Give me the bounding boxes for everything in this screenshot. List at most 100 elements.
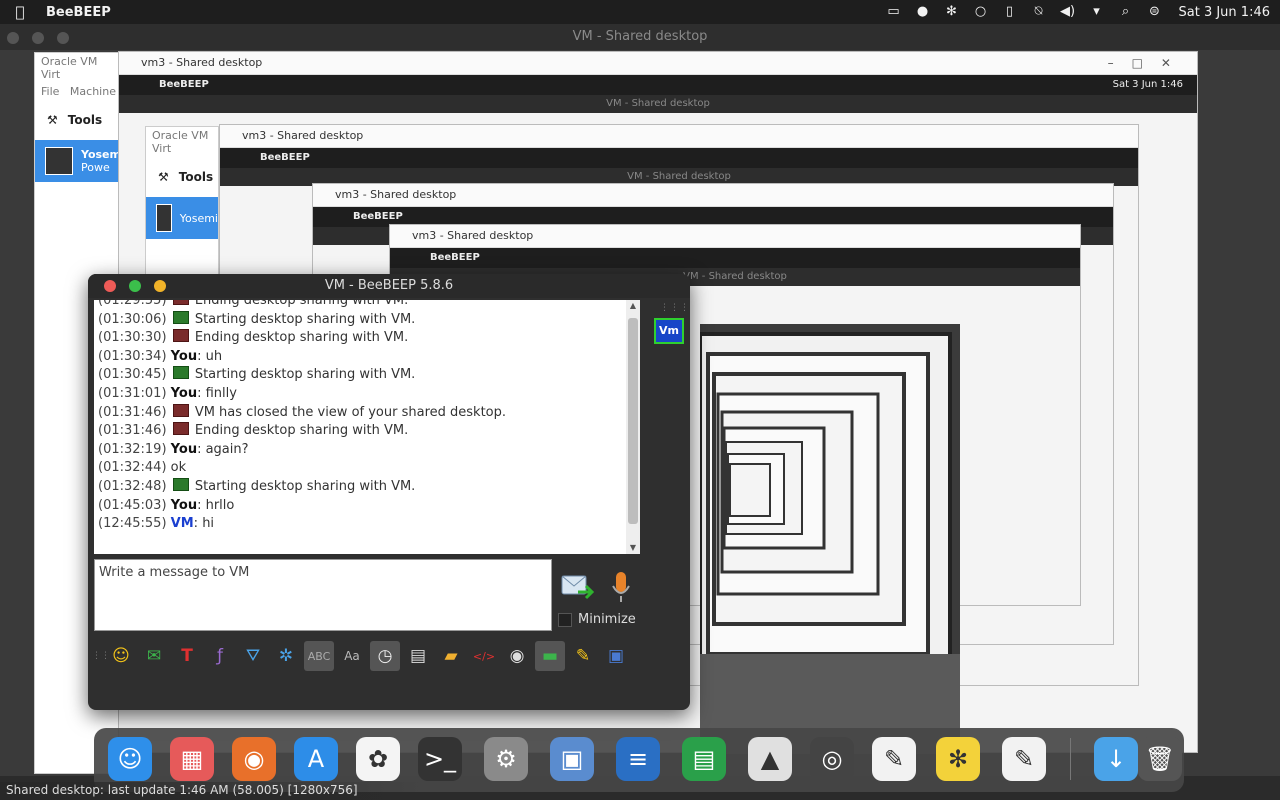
launchpad-icon[interactable]: ▦ xyxy=(170,737,214,781)
message-sender: VM xyxy=(170,516,194,532)
emoticon-icon[interactable]: ☺ xyxy=(106,641,136,671)
vm-list-item[interactable]: Yosemi Powe xyxy=(35,140,125,182)
message-sender: You xyxy=(170,348,198,364)
downloads-folder-icon[interactable]: ↓ xyxy=(1094,737,1138,781)
panel-grip-icon[interactable]: ⋮⋮⋮ xyxy=(660,303,690,313)
scroll-down-icon[interactable]: ▼ xyxy=(626,542,640,554)
minimize-checkbox[interactable]: Minimize xyxy=(558,612,636,627)
inner-menu-bar: BeeBEEP Sat 3 Jun 1:46 xyxy=(119,75,1197,95)
font-size-icon[interactable]: Aa xyxy=(337,641,367,671)
photos-icon[interactable]: ✿ xyxy=(356,737,400,781)
message-timestamp: (01:32:44) xyxy=(98,460,167,476)
inner-app-name-2: BeeBEEP xyxy=(220,148,1138,168)
notepad-icon[interactable]: ✎ xyxy=(872,737,916,781)
notes-icon[interactable]: ✎ xyxy=(568,641,598,671)
screenshot-icon[interactable]: ◉ xyxy=(502,641,532,671)
vm3-title-3: vm3 - Shared desktop xyxy=(313,184,1113,207)
system-preferences-icon[interactable]: ⚙ xyxy=(484,737,528,781)
chat-window-title: VM - BeeBEEP 5.8.6 xyxy=(324,278,454,293)
chat-message: (01:30:06) Starting desktop sharing with… xyxy=(98,310,506,330)
vm-name-2: Yosemi xyxy=(179,211,218,225)
search-icon[interactable]: ⌕ xyxy=(1117,4,1135,20)
writer-icon-glyph: ≡ xyxy=(627,745,649,773)
volume-icon[interactable]: ◀) xyxy=(1059,4,1077,20)
chat-message: (01:31:46) Ending desktop sharing with V… xyxy=(98,422,506,441)
chat-message: (01:32:44) ok xyxy=(98,459,506,478)
send-file-icon[interactable]: ▤ xyxy=(403,641,433,671)
minimize-checkbox-box[interactable] xyxy=(558,612,572,627)
clock-icon[interactable]: ◷ xyxy=(370,641,400,671)
microphone-icon[interactable] xyxy=(610,570,632,604)
firefox-icon[interactable]: ◉ xyxy=(232,737,276,781)
settings-icon[interactable]: ✲ xyxy=(271,641,301,671)
terminal-icon-glyph: >_ xyxy=(423,745,457,773)
trash-icon[interactable]: 🗑 xyxy=(1138,737,1182,781)
filter-icon[interactable]: ⛛ xyxy=(238,641,268,671)
beebeep-icon[interactable]: ✻ xyxy=(936,737,980,781)
desktop-off-icon xyxy=(172,329,189,343)
close-button[interactable] xyxy=(104,280,116,292)
clipboard-icon[interactable]: ▯ xyxy=(1001,4,1019,20)
battery-icon[interactable]: ▭ xyxy=(885,4,903,20)
tools-item-2: ⚒ Tools xyxy=(146,157,218,197)
user-outline-icon[interactable]: ○ xyxy=(972,4,990,20)
chat-scrollbar[interactable]: ▲ ▼ xyxy=(626,300,640,554)
minimize-button[interactable] xyxy=(154,280,166,292)
scroll-up-icon[interactable]: ▲ xyxy=(626,300,640,312)
message-input[interactable]: Write a message to VM xyxy=(94,559,552,631)
writer-icon[interactable]: ≡ xyxy=(616,737,660,781)
calc-icon[interactable]: ▤ xyxy=(682,737,726,781)
vlc-remote-icon[interactable]: ▲ xyxy=(748,737,792,781)
menu-machine[interactable]: Machine xyxy=(70,85,116,98)
toggle-icon[interactable]: ⊜ xyxy=(1146,4,1164,20)
photos-icon-glyph: ✿ xyxy=(367,745,389,773)
cassette-icon[interactable]: ◎ xyxy=(810,737,854,781)
message-timestamp: (01:32:19) xyxy=(98,441,167,457)
finder-icon[interactable]: ☺ xyxy=(108,737,152,781)
app-name[interactable]: BeeBEEP xyxy=(46,5,111,20)
terminal-icon[interactable]: >_ xyxy=(418,737,462,781)
inner-clock: Sat 3 Jun 1:46 xyxy=(1112,79,1183,90)
text-color-icon[interactable]: T xyxy=(172,641,202,671)
envelope-icon[interactable]: ✉ xyxy=(139,641,169,671)
scroll-thumb[interactable] xyxy=(628,318,638,524)
app-store-icon[interactable]: A xyxy=(294,737,338,781)
save-icon[interactable]: ▣ xyxy=(601,641,631,671)
preview-icon[interactable]: ▣ xyxy=(550,737,594,781)
status-icons: ▭ ● ✻ ○ ▯ ⍉ ◀) ▾ ⌕ ⊜ Sat 3 Jun 1:46 xyxy=(885,0,1271,24)
message-text: ok xyxy=(170,460,187,476)
zoom-button[interactable] xyxy=(129,280,141,292)
message-timestamp: (12:45:55) xyxy=(98,516,167,532)
chat-message: (01:30:34) You: uh xyxy=(98,348,223,364)
chat-message: (01:32:19) You: again? xyxy=(98,441,249,457)
chat-log[interactable]: (01:29:55) Ending desktop sharing with V… xyxy=(94,300,628,554)
zoom-button[interactable] xyxy=(57,32,69,44)
share-desktop-icon[interactable]: ▬ xyxy=(535,641,565,671)
calc-icon-glyph: ▤ xyxy=(692,745,716,773)
toolbar-grip-icon[interactable]: ⋮⋮ xyxy=(92,651,110,661)
font-icon[interactable]: ƒ xyxy=(205,641,235,671)
bell-off-icon[interactable]: ⍉ xyxy=(1030,4,1048,20)
minimize-button[interactable] xyxy=(32,32,44,44)
close-button[interactable] xyxy=(7,32,19,44)
message-text: Starting desktop sharing with VM. xyxy=(194,478,416,494)
clock[interactable]: Sat 3 Jun 1:46 xyxy=(1179,5,1271,20)
chat-titlebar: VM - BeeBEEP 5.8.6 xyxy=(88,274,690,298)
user-avatar-vm[interactable]: Vm xyxy=(654,318,684,344)
bee-icon[interactable]: ✻ xyxy=(943,4,961,20)
tools-item[interactable]: ⚒ Tools xyxy=(35,100,125,140)
chat-message: (01:30:45) Starting desktop sharing with… xyxy=(98,366,506,385)
dropdown-icon[interactable]: ▾ xyxy=(1088,4,1106,20)
apple-icon[interactable]:  xyxy=(10,3,30,21)
html-icon[interactable]: </> xyxy=(469,641,499,671)
menu-file[interactable]: File xyxy=(41,85,59,98)
spellcheck-icon[interactable]: ABC xyxy=(304,641,334,671)
launchpad-icon-glyph: ▦ xyxy=(180,745,204,773)
send-message-icon[interactable] xyxy=(560,570,594,604)
window-controls[interactable]: –□✕ xyxy=(1108,52,1189,74)
textedit-icon[interactable]: ✎ xyxy=(1002,737,1046,781)
message-timestamp: (01:30:30) xyxy=(98,330,167,346)
user-icon[interactable]: ● xyxy=(914,4,932,20)
share-folder-icon[interactable]: ▰ xyxy=(436,641,466,671)
virtualbox-title: Oracle VM Virt xyxy=(41,55,98,81)
